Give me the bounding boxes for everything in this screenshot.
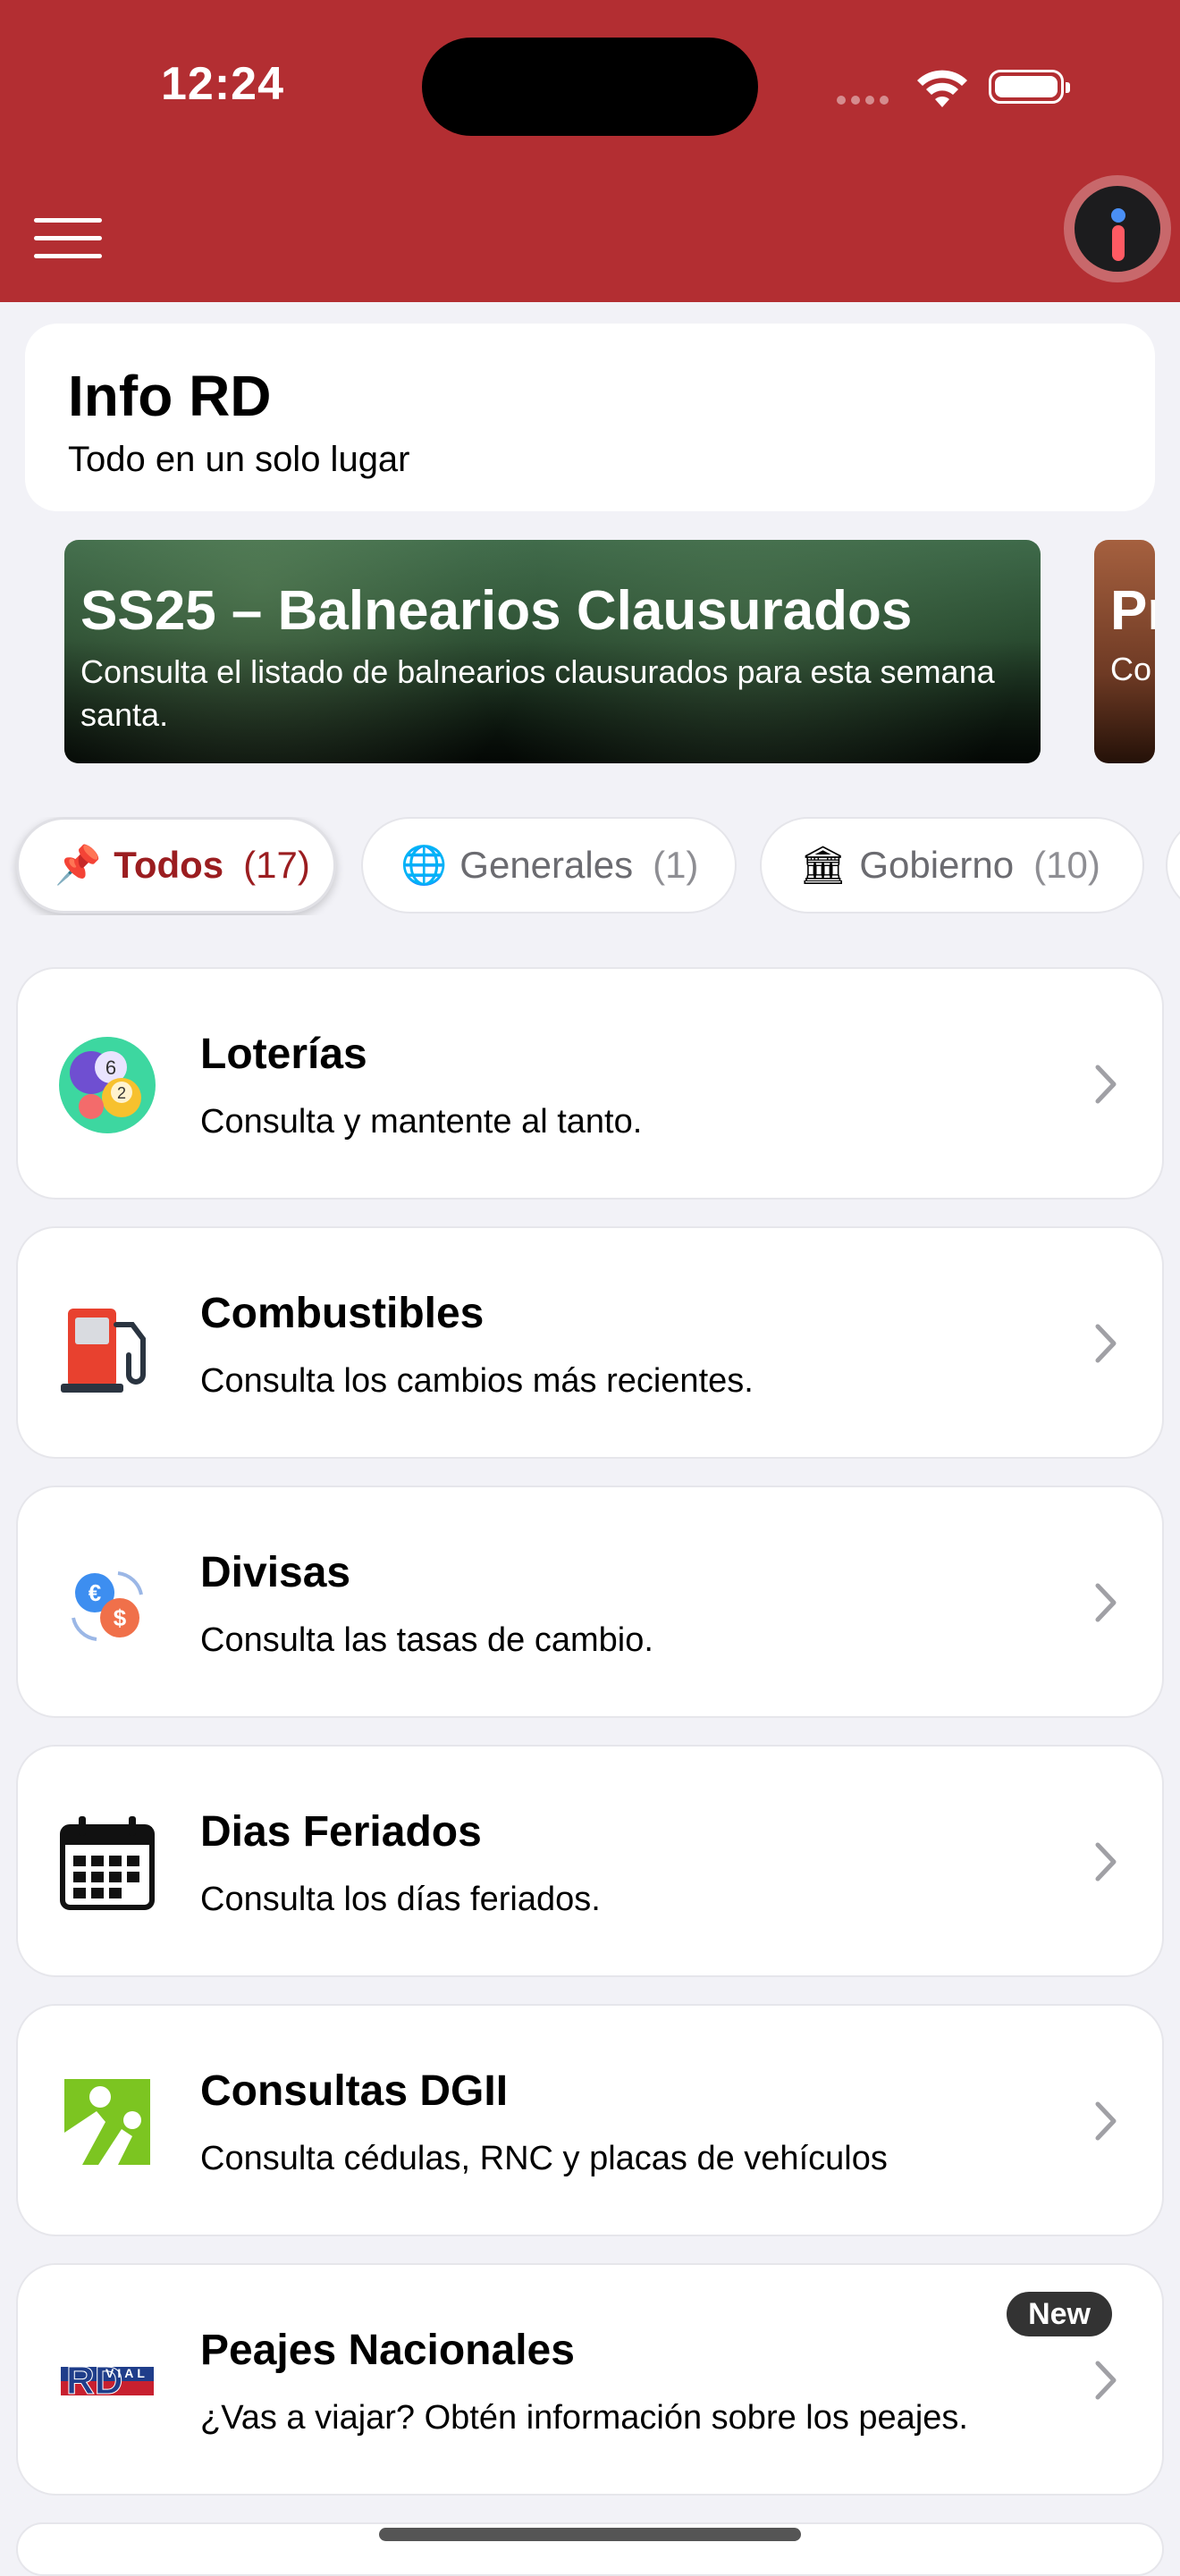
- item-title: Loterías: [200, 1031, 367, 1078]
- chip-label: Gobierno: [859, 844, 1015, 886]
- chevron-right-icon: [1095, 1324, 1117, 1363]
- rd-vial-logo-icon: RD VIAL: [61, 2359, 154, 2403]
- svg-text:€: €: [88, 1579, 101, 1606]
- svg-text:2: 2: [117, 1084, 126, 1102]
- item-subtitle: Consulta los días feriados.: [200, 1881, 601, 1918]
- svg-text:6: 6: [105, 1056, 116, 1079]
- category-filter-bar: 📌 Todos (17) 🌐 Generales (1) 🏛 Gobierno …: [0, 817, 1180, 915]
- government-building-icon: 🏛: [799, 844, 847, 886]
- chip-count: (1): [653, 844, 699, 886]
- banner-balnearios[interactable]: SS25 – Balnearios Clausurados Consulta e…: [64, 540, 1041, 763]
- list-item-dias-feriados[interactable]: Dias Feriados Consulta los días feriados…: [16, 1745, 1164, 1977]
- banner-title: SS25 – Balnearios Clausurados: [80, 580, 913, 642]
- item-subtitle: Consulta los cambios más recientes.: [200, 1362, 754, 1400]
- app-header: 12:24: [0, 0, 1180, 302]
- lottery-balls-icon: 6 2: [59, 1037, 156, 1133]
- chevron-right-icon: [1095, 2361, 1117, 2400]
- globe-icon: 🌐: [400, 844, 448, 886]
- title-card: Info RD Todo en un solo lugar: [25, 324, 1155, 511]
- svg-text:VIAL: VIAL: [105, 2366, 148, 2380]
- chip-gobierno[interactable]: 🏛 Gobierno (10): [760, 817, 1144, 913]
- home-indicator: [379, 2528, 801, 2541]
- chevron-right-icon: [1095, 1842, 1117, 1881]
- info-icon[interactable]: [1064, 175, 1171, 282]
- dynamic-island: [422, 38, 758, 136]
- fuel-pump-icon: [61, 1309, 146, 1393]
- item-title: Peajes Nacionales: [200, 2327, 575, 2374]
- banner-description: Co: [1110, 651, 1152, 687]
- item-title: Consultas DGII: [200, 2067, 509, 2115]
- chip-generales[interactable]: 🌐 Generales (1): [361, 817, 737, 913]
- list-item-peajes-nacionales[interactable]: RD VIAL Peajes Nacionales ¿Vas a viajar?…: [16, 2263, 1164, 2496]
- list-item-consultas-dgii[interactable]: Consultas DGII Consulta cédulas, RNC y p…: [16, 2004, 1164, 2236]
- new-badge: New: [1007, 2292, 1112, 2336]
- banner-next[interactable]: Pr Co: [1094, 540, 1155, 763]
- chevron-right-icon: [1095, 1065, 1117, 1104]
- chip-label: Generales: [459, 844, 634, 886]
- chip-count: (10): [1033, 844, 1100, 886]
- list-item-divisas[interactable]: € $ Divisas Consulta las tasas de cambio…: [16, 1486, 1164, 1718]
- item-subtitle: Consulta cédulas, RNC y placas de vehícu…: [200, 2140, 888, 2177]
- pushpin-icon: 📌: [55, 844, 102, 886]
- list-item-loterias[interactable]: 6 2 Loterías Consulta y mantente al tant…: [16, 967, 1164, 1200]
- wifi-icon: [917, 70, 967, 107]
- chip-label: Todos: [114, 844, 224, 886]
- cellular-signal-icon: [837, 93, 894, 109]
- dgii-logo-icon: [64, 2079, 150, 2165]
- chip-next[interactable]: [1166, 817, 1180, 913]
- item-subtitle: Consulta las tasas de cambio.: [200, 1621, 653, 1659]
- banner-title: Pr: [1110, 580, 1155, 642]
- chip-todos[interactable]: 📌 Todos (17): [16, 817, 336, 913]
- item-subtitle: ¿Vas a viajar? Obtén información sobre l…: [200, 2399, 968, 2437]
- status-time: 12:24: [161, 58, 284, 110]
- page-title: Info RD: [68, 364, 272, 428]
- page-subtitle: Todo en un solo lugar: [68, 440, 410, 479]
- svg-text:$: $: [114, 1604, 127, 1631]
- item-title: Dias Feriados: [200, 1808, 482, 1856]
- item-title: Divisas: [200, 1549, 351, 1596]
- chip-count: (17): [243, 844, 310, 886]
- currency-exchange-icon: € $: [72, 1571, 143, 1641]
- banner-description: Consulta el listado de balnearios clausu…: [80, 653, 995, 733]
- list-item-combustibles[interactable]: Combustibles Consulta los cambios más re…: [16, 1226, 1164, 1459]
- item-subtitle: Consulta y mantente al tanto.: [200, 1103, 643, 1141]
- chevron-right-icon: [1095, 1583, 1117, 1622]
- calendar-icon: [60, 1816, 155, 1910]
- item-title: Combustibles: [200, 1290, 485, 1337]
- battery-icon: [989, 70, 1070, 104]
- hamburger-icon[interactable]: [34, 218, 102, 259]
- chevron-right-icon: [1095, 2101, 1117, 2141]
